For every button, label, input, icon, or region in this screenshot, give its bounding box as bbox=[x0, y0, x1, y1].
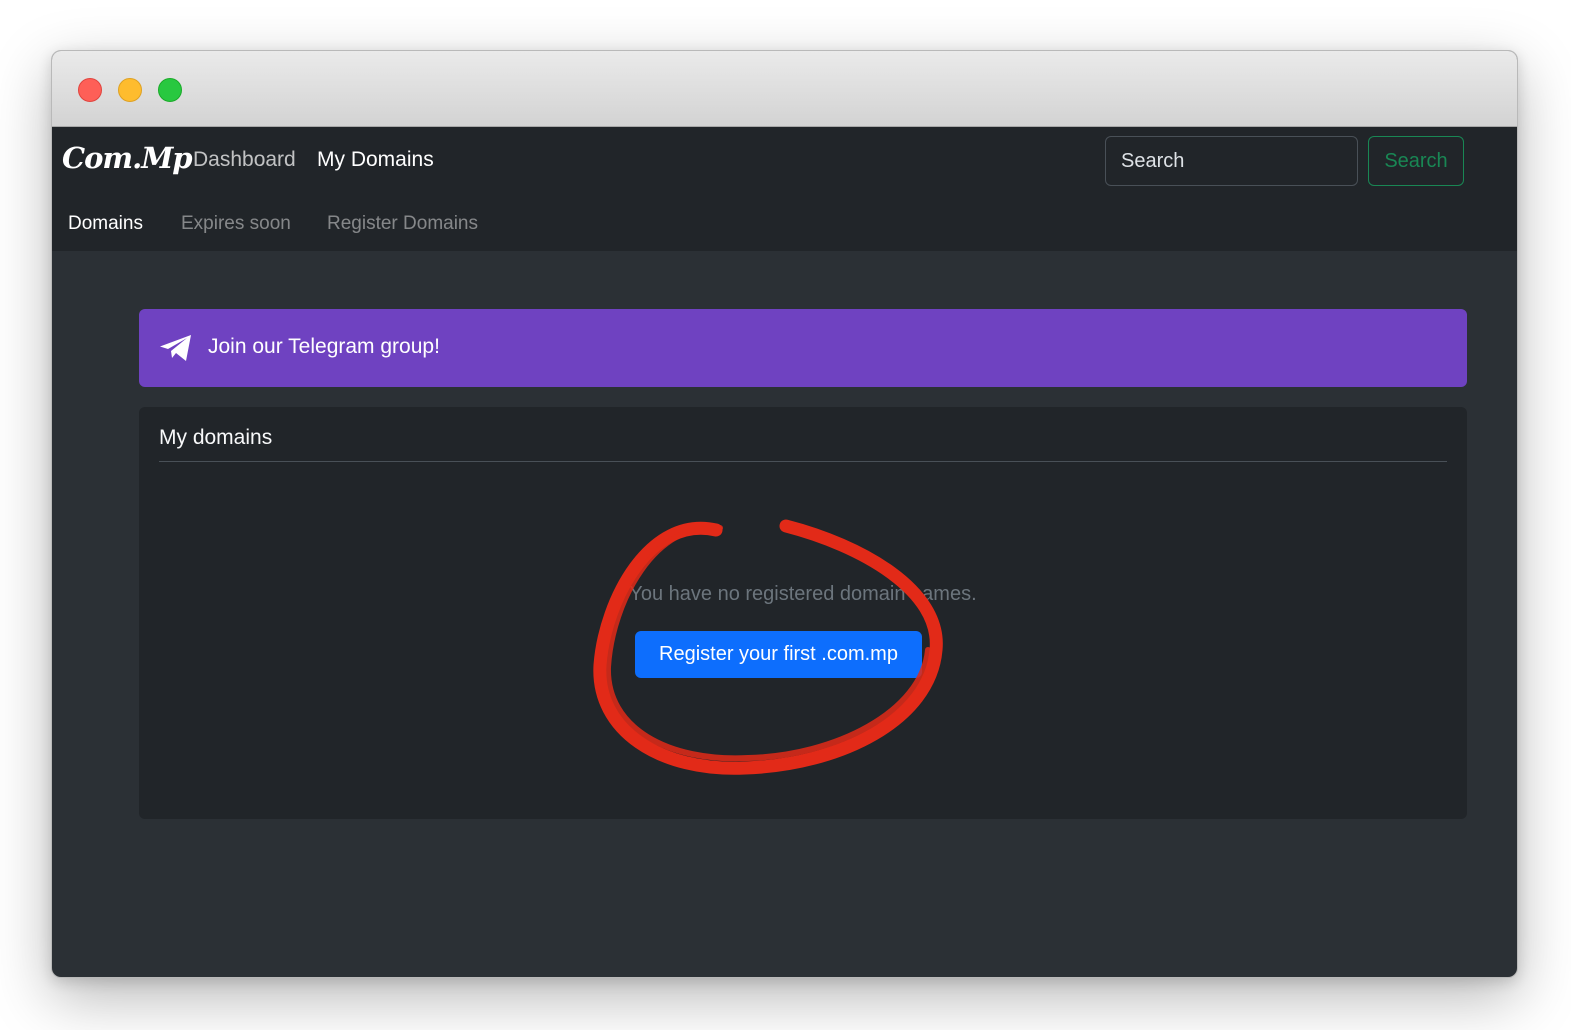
subnav-link-register-domains[interactable]: Register Domains bbox=[327, 213, 478, 235]
register-first-domain-button[interactable]: Register your first .com.mp bbox=[635, 631, 922, 678]
close-window-button[interactable] bbox=[78, 78, 102, 102]
nav-link-my-domains[interactable]: My Domains bbox=[317, 148, 434, 172]
empty-state-message: You have no registered domain names. bbox=[629, 583, 977, 605]
my-domains-card: My domains You have no registered domain… bbox=[139, 407, 1467, 819]
title-bar bbox=[52, 51, 1517, 127]
top-navbar: Com.Mp Dashboard My Domains Search Domai… bbox=[52, 127, 1517, 251]
card-title: My domains bbox=[159, 426, 273, 449]
minimize-window-button[interactable] bbox=[118, 78, 142, 102]
card-divider bbox=[159, 461, 1447, 462]
nav-link-dashboard[interactable]: Dashboard bbox=[193, 148, 296, 172]
search-button[interactable]: Search bbox=[1368, 136, 1464, 186]
subnav-link-domains[interactable]: Domains bbox=[68, 213, 143, 235]
browser-window: Com.Mp Dashboard My Domains Search Domai… bbox=[51, 50, 1518, 978]
telegram-banner-text: Join our Telegram group! bbox=[208, 335, 440, 358]
telegram-banner[interactable]: Join our Telegram group! bbox=[139, 309, 1467, 387]
maximize-window-button[interactable] bbox=[158, 78, 182, 102]
telegram-icon bbox=[160, 335, 191, 361]
subnav-link-expires-soon[interactable]: Expires soon bbox=[181, 213, 291, 235]
search-input[interactable] bbox=[1105, 136, 1358, 186]
brand-logo[interactable]: Com.Mp bbox=[62, 141, 193, 175]
